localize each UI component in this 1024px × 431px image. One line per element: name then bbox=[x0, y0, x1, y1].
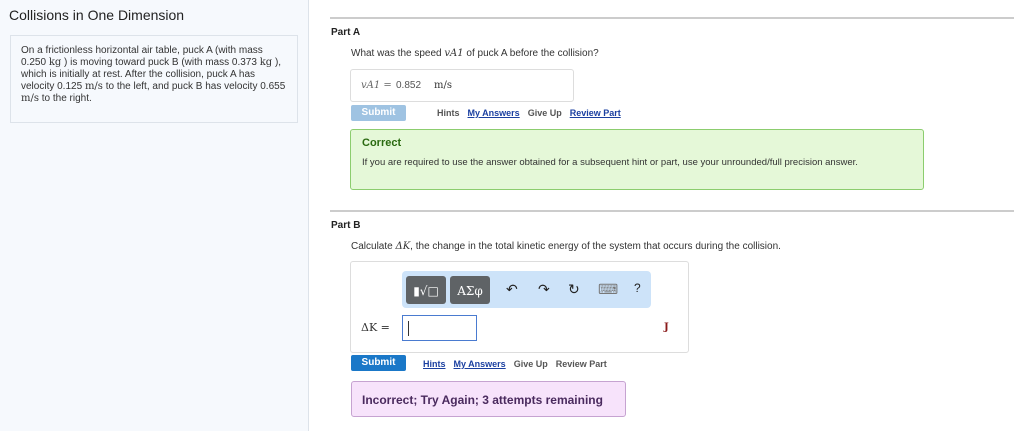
part-a-question: What was the speed vA1 of puck A before … bbox=[351, 48, 599, 59]
part-b-question: Calculate ΔK, the change in the total ki… bbox=[351, 241, 781, 252]
question-text: , the change in the total kinetic energy… bbox=[410, 241, 781, 252]
problem-statement: On a frictionless horizontal air table, … bbox=[10, 35, 298, 123]
keyboard-icon[interactable]: ⌨ bbox=[598, 281, 618, 298]
part-a-submit-button[interactable]: Submit bbox=[351, 105, 406, 121]
give-up-link[interactable]: Give Up bbox=[514, 359, 548, 369]
answer-label: vA1 = bbox=[361, 80, 392, 91]
problem-sidebar: Collisions in One Dimension On a frictio… bbox=[0, 0, 309, 431]
feedback-title: Correct bbox=[362, 137, 402, 149]
templates-button[interactable]: ▮√□ bbox=[406, 276, 446, 304]
hints-link[interactable]: Hints bbox=[423, 359, 446, 369]
divider bbox=[330, 210, 1014, 212]
problem-text: to the left, and puck B has velocity 0.6… bbox=[102, 81, 286, 92]
unit: kg bbox=[259, 57, 273, 68]
redo-icon[interactable]: ↷ bbox=[538, 281, 550, 298]
part-a-label: Part A bbox=[331, 27, 361, 38]
hints-link[interactable]: Hints bbox=[437, 108, 460, 118]
divider bbox=[330, 17, 1014, 19]
variable: vA1 bbox=[444, 48, 464, 59]
problem-text: to the right. bbox=[38, 93, 92, 104]
my-answers-link[interactable]: My Answers bbox=[454, 359, 506, 369]
part-b-answer-box: ▮√□ ΑΣφ ↶ ↷ ↻ ⌨ ? ΔK = J bbox=[350, 261, 689, 353]
unit: m/s bbox=[21, 93, 39, 104]
part-b-submit-button[interactable]: Submit bbox=[351, 355, 406, 371]
feedback-text: If you are required to use the answer ob… bbox=[362, 157, 858, 168]
review-part-link[interactable]: Review Part bbox=[570, 108, 621, 118]
delta-k-input[interactable] bbox=[402, 315, 477, 341]
question-text: Calculate bbox=[351, 241, 396, 252]
my-answers-link[interactable]: My Answers bbox=[468, 108, 520, 118]
question-text: of puck A before the collision? bbox=[463, 48, 599, 59]
answer-value: 0.852 bbox=[396, 80, 422, 91]
question-text: What was the speed bbox=[351, 48, 445, 59]
answer-unit: J bbox=[664, 322, 669, 333]
undo-icon[interactable]: ↶ bbox=[506, 281, 518, 298]
page-title: Collisions in One Dimension bbox=[9, 7, 185, 23]
symbols-button[interactable]: ΑΣφ bbox=[450, 276, 490, 304]
review-part-link[interactable]: Review Part bbox=[556, 359, 607, 369]
unit: m/s bbox=[84, 81, 103, 92]
help-icon[interactable]: ? bbox=[634, 281, 641, 295]
incorrect-feedback: Incorrect; Try Again; 3 attempts remaini… bbox=[351, 381, 626, 417]
part-b-label: Part B bbox=[331, 220, 361, 231]
give-up-link[interactable]: Give Up bbox=[528, 108, 562, 118]
answer-unit: m/s bbox=[434, 80, 452, 91]
math-toolbar: ▮√□ ΑΣφ ↶ ↷ ↻ ⌨ ? bbox=[402, 271, 651, 308]
variable: ΔK bbox=[395, 241, 411, 252]
problem-text: ) is moving toward puck B (with mass 0.3… bbox=[61, 57, 260, 68]
answer-label: ΔK = bbox=[361, 321, 390, 334]
part-a-answer-box: vA1 = 0.852 m/s bbox=[350, 69, 574, 102]
unit: kg bbox=[48, 57, 62, 68]
correct-feedback: Correct If you are required to use the a… bbox=[350, 129, 924, 190]
reset-icon[interactable]: ↻ bbox=[568, 281, 580, 298]
